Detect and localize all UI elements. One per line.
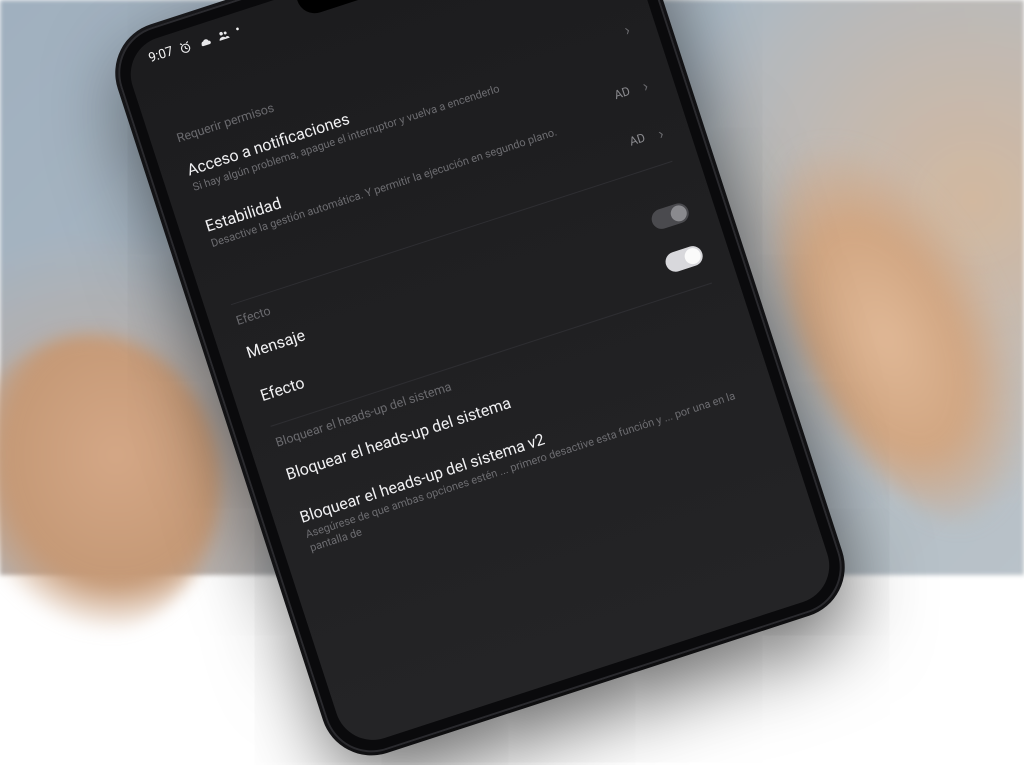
group-icon (215, 26, 233, 44)
chevron-right-icon: › (640, 75, 651, 96)
alarm-icon (177, 38, 195, 56)
ad-badge: AD (612, 84, 631, 102)
ad-badge: AD (628, 131, 647, 149)
toggle-efecto[interactable] (663, 243, 705, 274)
status-dots-icon: • (233, 22, 244, 38)
toggle-mensaje[interactable] (649, 200, 691, 231)
chevron-right-icon: › (655, 121, 666, 142)
cloud-icon (196, 32, 214, 50)
